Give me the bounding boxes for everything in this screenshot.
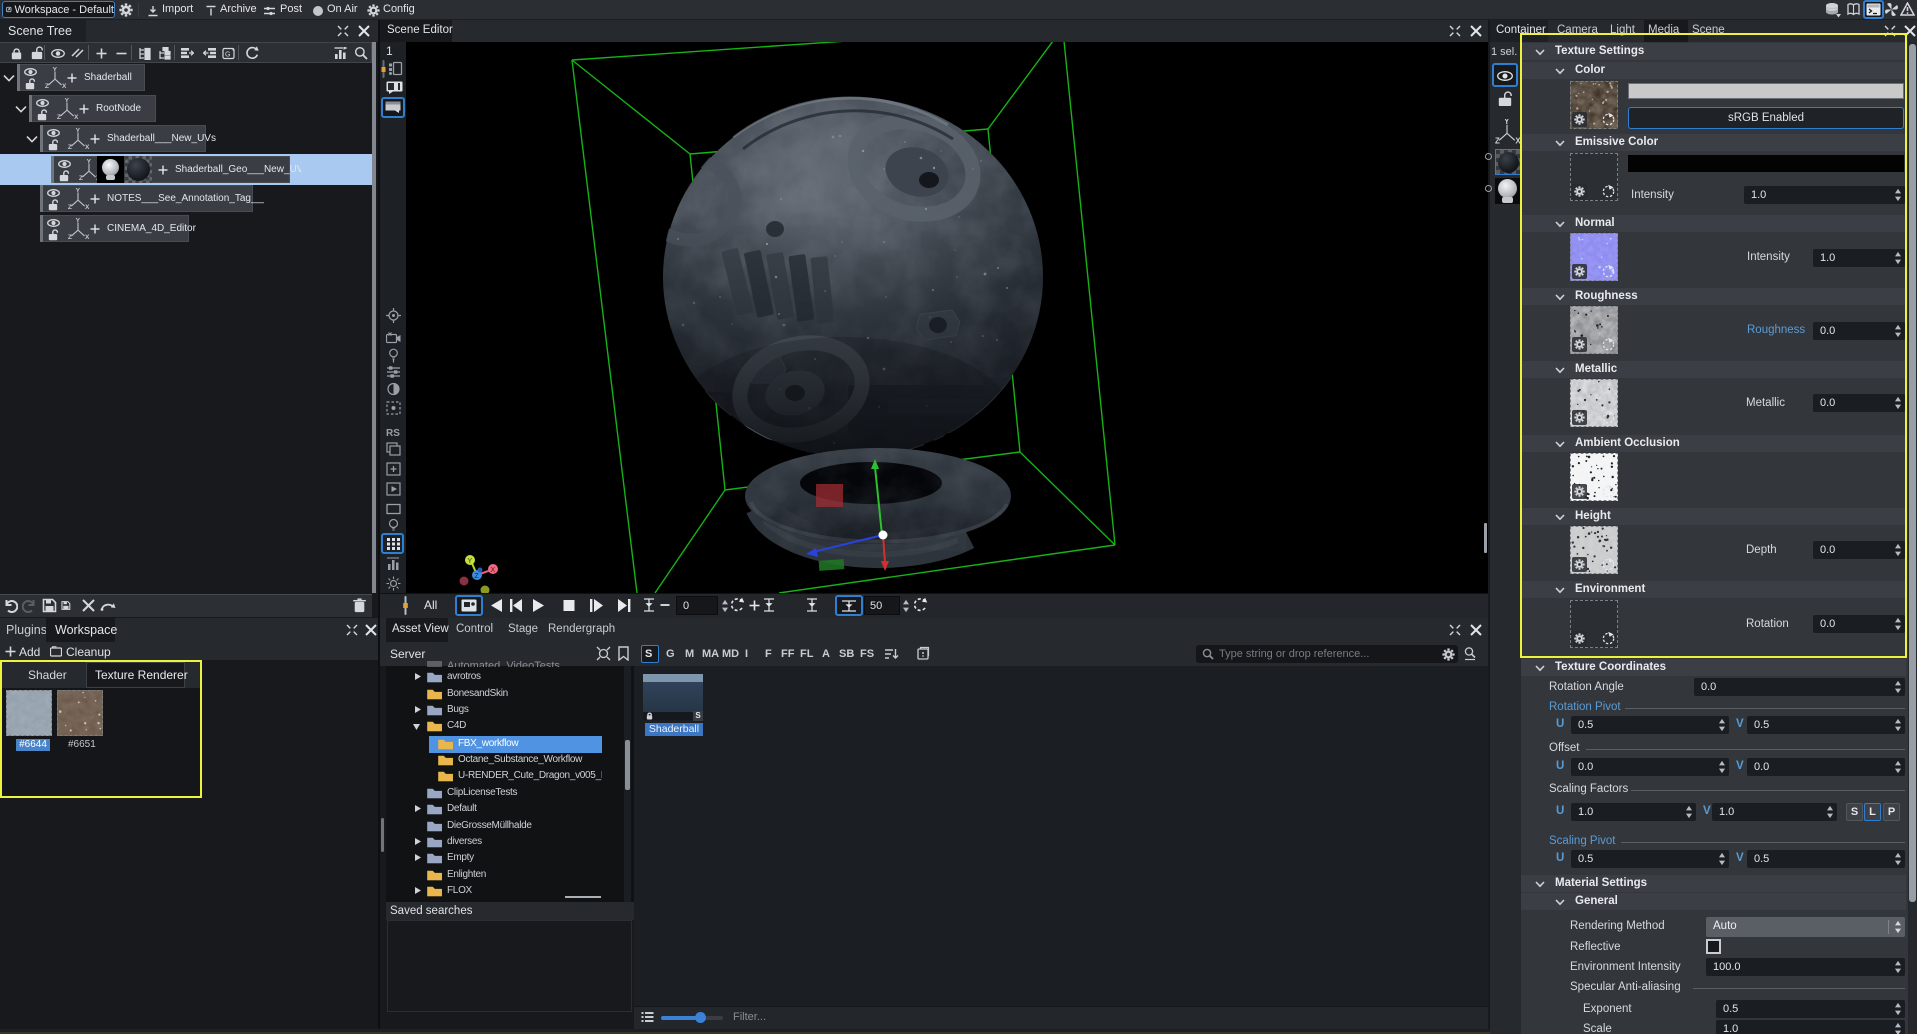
- svg-text:Z: Z: [67, 143, 71, 149]
- svg-text:Y: Y: [86, 159, 91, 165]
- svg-text:X: X: [74, 113, 78, 119]
- svg-text:G: G: [225, 51, 230, 58]
- svg-text:X: X: [85, 203, 89, 209]
- svg-text:Y: Y: [75, 188, 80, 194]
- svg-text:Z: Z: [44, 82, 48, 88]
- svg-text:RS: RS: [386, 428, 400, 438]
- svg-text:X: X: [62, 82, 66, 88]
- svg-text:Z: Z: [1495, 137, 1500, 145]
- svg-text:Z: Z: [67, 203, 71, 209]
- svg-text:Y: Y: [52, 67, 57, 73]
- svg-text:Y: Y: [75, 128, 80, 134]
- svg-text:X: X: [85, 233, 89, 239]
- svg-text:Y: Y: [75, 218, 80, 224]
- svg-text:X: X: [1515, 137, 1520, 145]
- svg-text:Y: Y: [468, 558, 473, 565]
- svg-text:Z: Z: [67, 233, 71, 239]
- svg-text:X: X: [491, 567, 496, 574]
- svg-text:Y: Y: [1504, 119, 1510, 126]
- svg-text:Z: Z: [475, 573, 480, 580]
- svg-text:X: X: [85, 143, 89, 149]
- svg-text:Z: Z: [78, 174, 82, 180]
- svg-text:Y: Y: [64, 98, 69, 104]
- svg-text:Z: Z: [56, 113, 60, 119]
